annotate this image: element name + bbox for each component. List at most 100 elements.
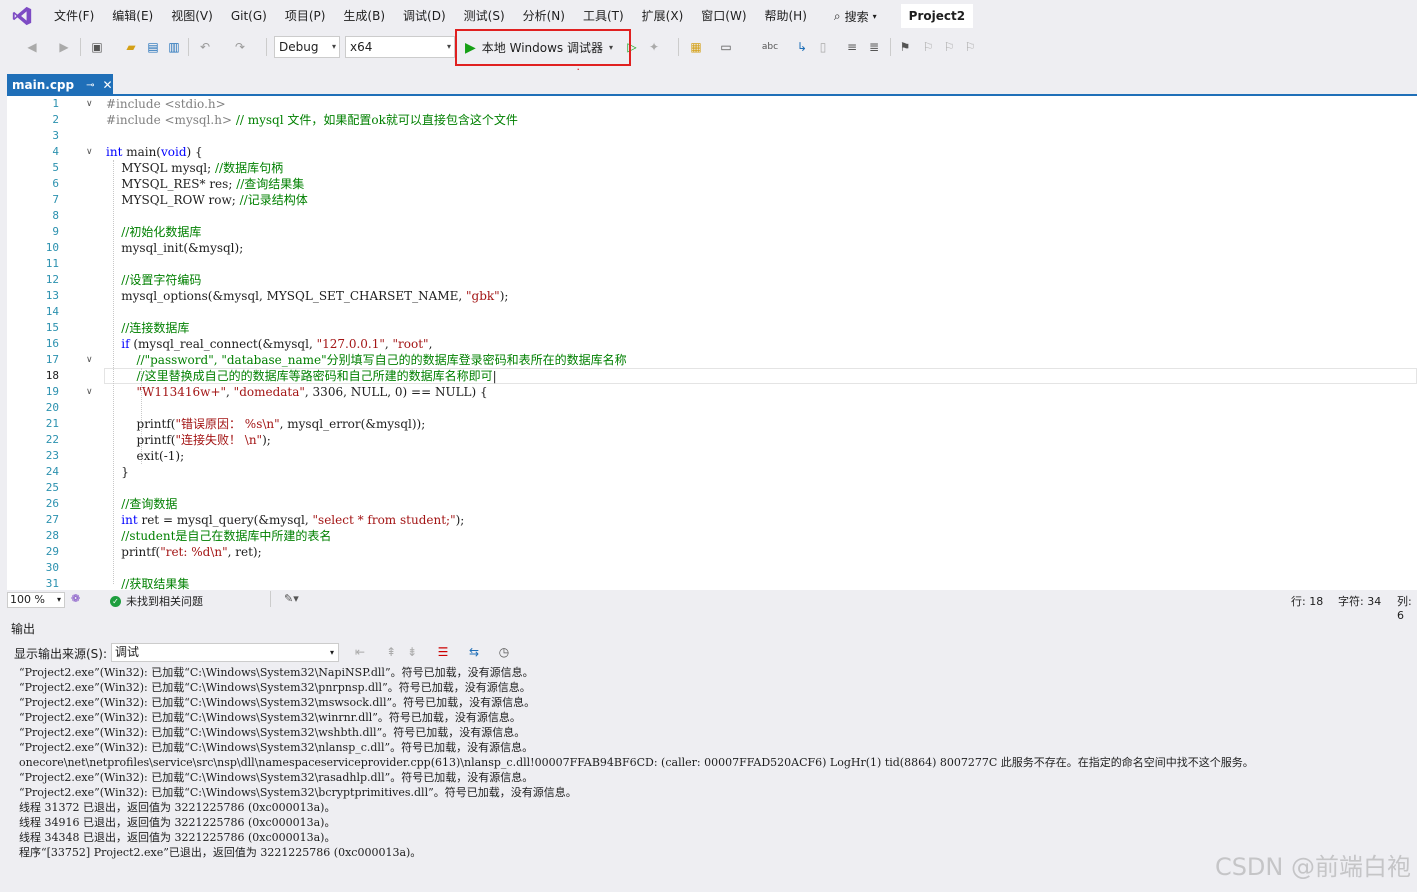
menu-item[interactable]: 工具(T) bbox=[574, 5, 633, 27]
undo-icon[interactable]: ↶ bbox=[197, 39, 213, 55]
fold-toggle-icon[interactable]: ∨ bbox=[86, 96, 93, 112]
code-editor[interactable]: 1 ∨ #include <stdio.h> 2 #include <mysql.h> … bbox=[7, 96, 1417, 590]
code-line: 23 exit(-1); bbox=[7, 448, 1417, 464]
close-icon[interactable]: ✕ bbox=[103, 78, 113, 92]
platform-select[interactable]: x64 ▾ bbox=[345, 36, 455, 58]
forward-icon[interactable]: ▶ bbox=[56, 39, 72, 55]
prev-bookmark-icon[interactable]: ⚐ bbox=[920, 39, 936, 55]
clear-all-icon[interactable]: ☰ bbox=[435, 644, 451, 660]
line-number: 17 bbox=[45, 353, 59, 366]
menu-item[interactable]: 调试(D) bbox=[394, 5, 455, 27]
project-name: Project2 bbox=[900, 4, 974, 28]
back-icon[interactable]: ◀ bbox=[24, 39, 40, 55]
output-line: “Project2.exe”(Win32): 已加载“C:\Windows\Sy… bbox=[19, 711, 521, 724]
chevron-down-icon: ▾ bbox=[608, 43, 613, 52]
run-local-debugger-button[interactable]: ▶ 本地 Windows 调试器 ▾ bbox=[455, 29, 631, 66]
menu-item[interactable]: 测试(S) bbox=[455, 5, 514, 27]
tab-main-cpp[interactable]: main.cpp ⊸ ✕ bbox=[7, 74, 113, 96]
menu-item[interactable]: 文件(F) bbox=[45, 5, 103, 27]
menu-bar: 文件(F) 编辑(E) 视图(V) Git(G) 项目(P) 生成(B) 调试(D) 测试(S… bbox=[0, 0, 1417, 32]
line-number: 4 bbox=[52, 145, 59, 158]
configuration-select[interactable]: Debug ▾ bbox=[274, 36, 340, 58]
code-line: 6 MYSQL_RES* res; //查询结果集 bbox=[7, 176, 1417, 192]
issues-indicator[interactable]: ✓ 未找到相关问题 bbox=[110, 593, 203, 609]
line-number: 29 bbox=[45, 545, 59, 558]
menu-item[interactable]: 扩展(X) bbox=[633, 5, 693, 27]
code-text: //这里替换成自己的的数据库等路密码和自己所建的数据库名称即可| bbox=[136, 369, 497, 383]
output-line: 线程 34916 已退出，返回值为 3221225786 (0xc000013a… bbox=[19, 816, 336, 829]
output-source-select[interactable]: 调试 ▾ bbox=[111, 643, 339, 662]
code-text: "W113416w+", "domedata", 3306, NULL, 0) … bbox=[136, 385, 488, 399]
menu-item[interactable]: 窗口(W) bbox=[692, 5, 755, 27]
line-number: 18 bbox=[45, 369, 59, 382]
fold-toggle-icon[interactable]: ∨ bbox=[86, 352, 93, 368]
line-number: 24 bbox=[45, 465, 59, 478]
find-message-icon[interactable]: ⇤ bbox=[352, 644, 368, 660]
menu-item[interactable]: 分析(N) bbox=[514, 5, 574, 27]
line-number: 2 bbox=[52, 113, 59, 126]
menu-item[interactable]: 视图(V) bbox=[162, 5, 222, 27]
line-number: 16 bbox=[45, 337, 59, 350]
code-text: #include <stdio.h> bbox=[106, 97, 226, 111]
code-line: 17 ∨ //"password", "database_name"分别填写自己的… bbox=[7, 352, 1417, 368]
save-all-icon[interactable]: ▥ bbox=[166, 39, 182, 55]
word-wrap-icon[interactable]: ⇆ bbox=[466, 644, 482, 660]
window-layout-icon[interactable]: ▭ bbox=[718, 39, 734, 55]
pin-icon[interactable]: ⊸ bbox=[86, 80, 94, 91]
line-number: 10 bbox=[45, 241, 59, 254]
output-toolbar: 显示输出来源(S): 调试 ▾ ⇤ ⇞ ⇟ ☰ ⇆ ◷ bbox=[0, 640, 1417, 664]
menu-item[interactable]: 编辑(E) bbox=[103, 5, 162, 27]
solution-explorer-icon[interactable]: ▦ bbox=[688, 39, 704, 55]
code-text: printf("连接失败！ \n"); bbox=[106, 433, 271, 447]
step-icon[interactable]: ↳ bbox=[794, 39, 810, 55]
output-line: “Project2.exe”(Win32): 已加载“C:\Windows\Sy… bbox=[19, 666, 534, 679]
code-text: //连接数据库 bbox=[121, 321, 190, 335]
search-icon: ⌕ bbox=[833, 8, 841, 23]
line-number: 19 bbox=[45, 385, 59, 398]
code-text: MYSQL mysql; //数据库句柄 bbox=[106, 161, 284, 175]
next-bookmark-icon[interactable]: ⚐ bbox=[941, 39, 957, 55]
code-line: 29 printf("ret: %d\n", ret); bbox=[7, 544, 1417, 560]
line-number: 15 bbox=[45, 321, 59, 334]
spell-check-icon[interactable]: abc bbox=[762, 39, 778, 55]
outdent-icon[interactable]: ≣ bbox=[866, 39, 882, 55]
code-line: 16 if (mysql_real_connect(&mysql, "127.0… bbox=[7, 336, 1417, 352]
hot-reload-icon[interactable]: ✦ bbox=[646, 39, 662, 55]
open-folder-icon[interactable]: ▰ bbox=[123, 39, 139, 55]
line-number: 3 bbox=[52, 129, 59, 142]
output-line: “Project2.exe”(Win32): 已加载“C:\Windows\Sy… bbox=[19, 786, 577, 799]
intellicode-icon[interactable]: ❁ bbox=[71, 592, 80, 605]
line-number: 14 bbox=[45, 305, 59, 318]
code-line: 5 MYSQL mysql; //数据库句柄 bbox=[7, 160, 1417, 176]
fold-toggle-icon[interactable]: ∨ bbox=[86, 384, 93, 400]
save-icon[interactable]: ▤ bbox=[145, 39, 161, 55]
zoom-select[interactable]: 100 % ▾ bbox=[7, 592, 65, 608]
menu-items: 文件(F) 编辑(E) 视图(V) Git(G) 项目(P) 生成(B) 调试(D) 测试(S… bbox=[45, 5, 816, 27]
prev-message-icon[interactable]: ⇞ bbox=[383, 644, 399, 660]
menu-item[interactable]: Git(G) bbox=[222, 5, 276, 27]
bookmark-icon[interactable]: ⚑ bbox=[897, 39, 913, 55]
play-icon: ▶ bbox=[465, 39, 476, 56]
menu-item[interactable]: 生成(B) bbox=[334, 5, 394, 27]
output-text[interactable]: “Project2.exe”(Win32): 已加载“C:\Windows\Sy… bbox=[0, 665, 1417, 892]
code-text: //"password", "database_name"分别填写自己的的数据库… bbox=[136, 353, 627, 367]
fold-toggle-icon[interactable]: ∨ bbox=[86, 144, 93, 160]
redo-icon[interactable]: ↷ bbox=[232, 39, 248, 55]
editor-status-bar: 100 % ▾ ❁ ✓ 未找到相关问题 ✎▾ 行: 18 字符: 34 列: 6 bbox=[7, 590, 1417, 622]
visual-studio-logo-icon[interactable] bbox=[11, 5, 33, 27]
clock-icon[interactable]: ◷ bbox=[496, 644, 512, 660]
comment-icon[interactable]: ▯ bbox=[815, 39, 831, 55]
indent-icon[interactable]: ≡ bbox=[844, 39, 860, 55]
new-project-icon[interactable]: ▣ bbox=[89, 39, 105, 55]
code-text: mysql_init(&mysql); bbox=[106, 241, 244, 255]
code-line: 3 bbox=[7, 128, 1417, 144]
menu-item[interactable]: 帮助(H) bbox=[756, 5, 816, 27]
brush-icon[interactable]: ✎▾ bbox=[284, 592, 299, 605]
code-text: int main(void) { bbox=[106, 145, 203, 159]
menu-item[interactable]: 项目(P) bbox=[276, 5, 335, 27]
code-text: //获取结果集 bbox=[121, 577, 190, 590]
search-button[interactable]: ⌕ 搜索 ▾ bbox=[828, 5, 883, 27]
next-message-icon[interactable]: ⇟ bbox=[404, 644, 420, 660]
clear-bookmarks-icon[interactable]: ⚐ bbox=[962, 39, 978, 55]
line-number: 23 bbox=[45, 449, 59, 462]
